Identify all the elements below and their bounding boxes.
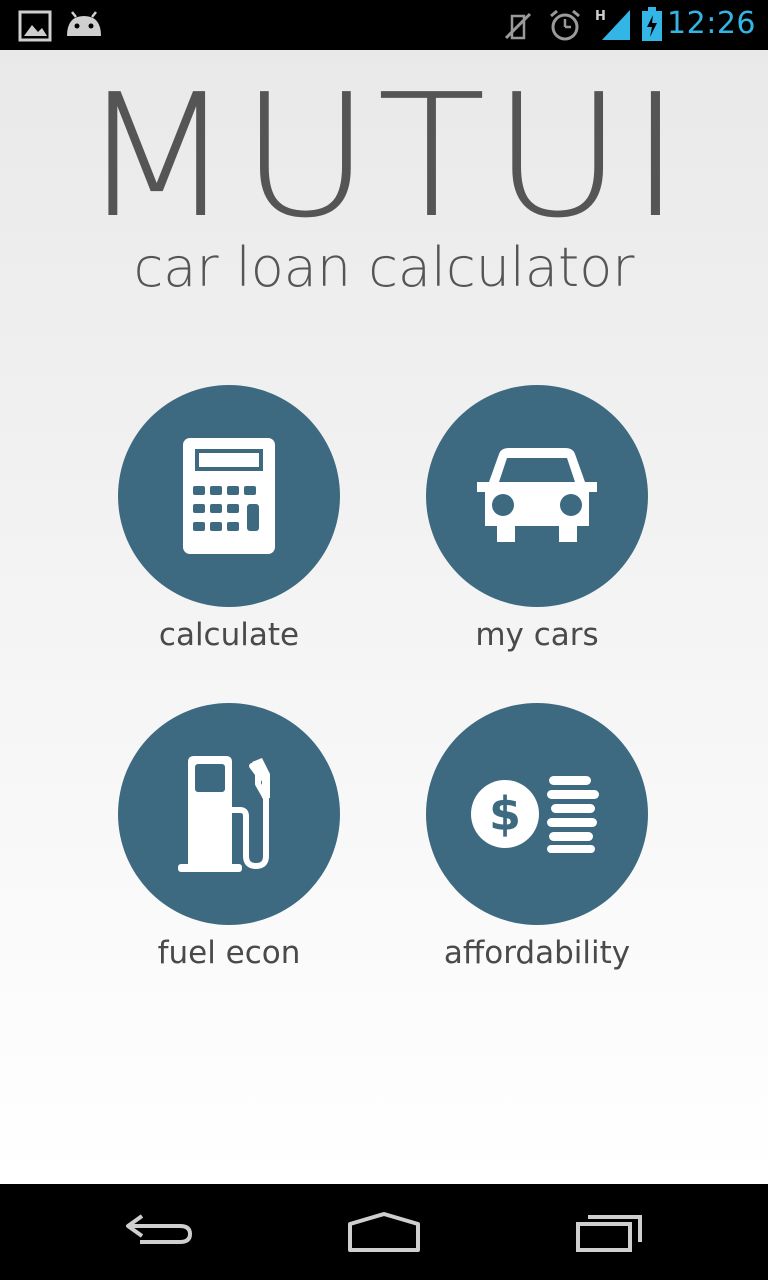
svg-text:$: $ [489,787,521,841]
affordability-button[interactable]: $ affordability [422,703,652,975]
car-icon [477,448,597,542]
app-subtitle: car loan calculator [133,236,635,299]
mute-icon [502,10,534,46]
affordability-label: affordability [443,935,631,971]
calculate-label: calculate [158,617,300,653]
navigation-bar [0,1184,768,1280]
fuel-econ-label: fuel econ [157,935,301,971]
app-logo: MUTUI [79,58,689,256]
back-button[interactable] [110,1208,210,1258]
affordability-circle[interactable]: $ [426,703,648,925]
network-type-label: H [595,9,606,24]
fuel-econ-button[interactable]: fuel econ [114,703,344,975]
fuel-pump-icon [178,756,270,872]
recent-apps-icon [576,1215,642,1252]
home-button[interactable] [334,1208,434,1258]
calculate-circle[interactable] [118,385,340,607]
home-screen: MUTUI car loan calculator calculate my c… [0,50,768,1184]
recent-apps-button[interactable] [560,1208,660,1258]
android-notification-icon [64,10,104,44]
calculate-button[interactable]: calculate [114,385,344,657]
fuel-econ-circle[interactable] [118,703,340,925]
my-cars-label: my cars [475,617,599,653]
home-icon [348,1212,420,1252]
my-cars-button[interactable]: my cars [422,385,652,657]
my-cars-circle[interactable] [426,385,648,607]
status-bar: H 12:26 [0,0,768,50]
battery-charging-icon [640,6,664,46]
alarm-icon [548,8,582,46]
signal-icon: H [594,6,634,46]
dollar-coins-icon: $ [471,776,599,853]
back-arrow-icon [126,1214,193,1244]
calculator-icon [183,438,275,554]
status-clock: 12:26 [667,6,756,41]
gallery-notification-icon [18,10,52,46]
